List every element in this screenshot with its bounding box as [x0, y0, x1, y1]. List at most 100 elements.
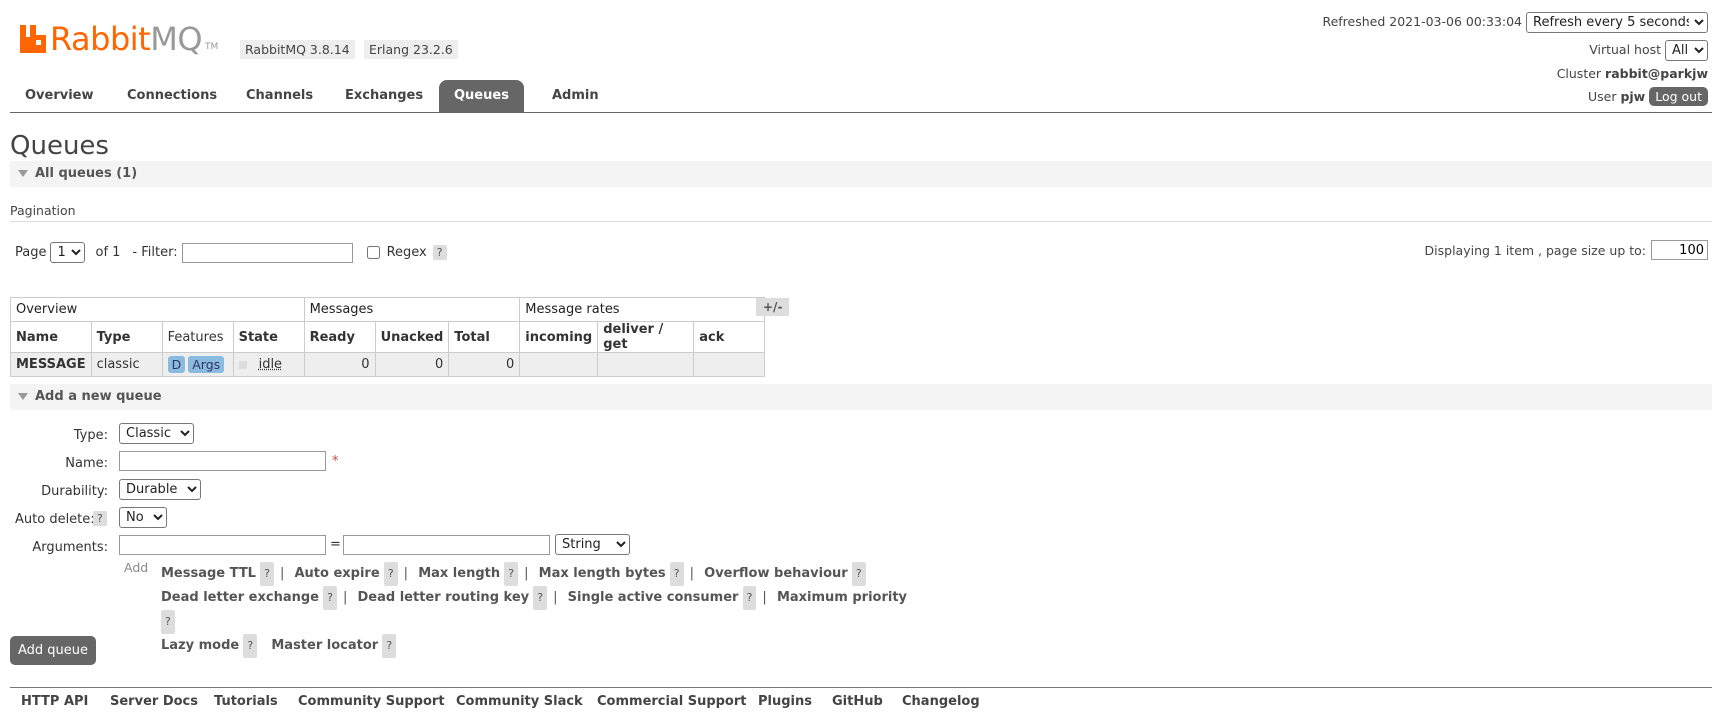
refreshed-timestamp: Refreshed 2021-03-06 00:33:04 — [1322, 14, 1523, 29]
argument-key-input[interactable] — [119, 535, 326, 555]
argument-shortcuts-row-1: Message TTL ? | Auto expire ? | Max length… — [161, 562, 911, 586]
help-icon[interactable]: ? — [851, 562, 866, 586]
collapse-triangle-icon — [18, 393, 28, 400]
auto-delete-select[interactable]: No — [119, 507, 167, 528]
feature-args-badge[interactable]: Args — [188, 356, 225, 373]
regex-checkbox[interactable] — [366, 246, 380, 259]
separator: | — [342, 590, 348, 605]
table-header-row: Name Type Features State Ready Unacked T… — [10, 321, 766, 353]
arg-dead-letter-exchange[interactable]: Dead letter exchange — [161, 590, 319, 605]
queue-name-input[interactable] — [119, 451, 326, 471]
logo-wordmark: RabbitMQ — [50, 22, 202, 56]
table-row[interactable]: MESSAGE classic D Args idle 0 0 0 — [10, 352, 766, 377]
tab-channels[interactable]: Channels — [231, 80, 328, 112]
col-type[interactable]: Type — [90, 321, 163, 353]
footer-link-tutorials[interactable]: Tutorials — [214, 694, 278, 709]
arg-maximum-priority[interactable]: Maximum priority — [777, 590, 907, 605]
add-queue-button[interactable]: Add queue — [10, 636, 97, 665]
help-icon[interactable]: ? — [323, 586, 337, 610]
col-state[interactable]: State — [232, 321, 305, 353]
group-messages: Messages — [303, 297, 521, 322]
footer-link-github[interactable]: GitHub — [832, 694, 883, 709]
col-unacked[interactable]: Unacked — [374, 321, 450, 353]
help-icon[interactable]: ? — [742, 586, 757, 610]
page-of-label: of 1 — [95, 245, 121, 260]
vhost-area: Virtual host All — [1589, 40, 1708, 61]
rabbitmq-logo-icon — [20, 25, 46, 53]
arg-single-active-consumer[interactable]: Single active consumer — [568, 590, 739, 605]
tab-connections[interactable]: Connections — [112, 80, 232, 112]
help-icon[interactable]: ? — [533, 586, 548, 610]
columns-toggle-button[interactable]: +/- — [756, 298, 790, 316]
col-name[interactable]: Name — [10, 321, 92, 353]
all-queues-label: All queues (1) — [35, 166, 138, 181]
help-icon[interactable]: ? — [669, 562, 684, 586]
help-icon[interactable]: ? — [260, 562, 274, 586]
add-queue-toggle[interactable]: Add a new queue — [10, 384, 1712, 410]
col-features: Features — [161, 321, 234, 353]
pagination-controls: Page 1 of 1 - Filter: Regex ? — [15, 242, 447, 263]
col-deliver-get[interactable]: deliver / get — [597, 321, 695, 353]
filter-input[interactable] — [181, 242, 353, 263]
durability-select[interactable]: Durable — [119, 479, 201, 500]
col-incoming[interactable]: incoming — [519, 321, 599, 353]
arg-lazy-mode[interactable]: Lazy mode — [161, 638, 239, 653]
footer-link-plugins[interactable]: Plugins — [758, 694, 812, 709]
arg-auto-expire[interactable]: Auto expire — [294, 566, 379, 581]
state-indicator-icon — [238, 360, 247, 369]
tab-queues[interactable]: Queues — [439, 80, 524, 112]
all-queues-toggle[interactable]: All queues (1) — [10, 161, 1712, 187]
tab-exchanges[interactable]: Exchanges — [330, 80, 438, 112]
main-nav: Overview Connections Channels Exchanges … — [10, 80, 1712, 113]
group-overview: Overview — [10, 297, 305, 322]
help-icon[interactable]: ? — [383, 562, 398, 586]
tab-admin[interactable]: Admin — [537, 80, 614, 112]
group-message-rates: Message rates — [519, 297, 766, 322]
arg-master-locator[interactable]: Master locator — [271, 638, 378, 653]
cluster-info: Cluster rabbit@parkjw — [1557, 66, 1708, 81]
help-icon[interactable]: ? — [161, 610, 175, 634]
refresh-interval-select[interactable]: Refresh every 5 seconds — [1526, 12, 1708, 33]
queue-type-select[interactable]: Classic — [119, 423, 194, 444]
footer-link-community-support[interactable]: Community Support — [298, 694, 445, 709]
divider — [10, 221, 1712, 222]
footer-link-changelog[interactable]: Changelog — [902, 694, 980, 709]
col-ready[interactable]: Ready — [303, 321, 376, 353]
arg-message-ttl[interactable]: Message TTL — [161, 566, 256, 581]
footer: HTTP API Server Docs Tutorials Community… — [10, 687, 1712, 724]
auto-delete-help-icon[interactable]: ? — [93, 511, 107, 526]
argument-type-select[interactable]: String — [555, 534, 630, 555]
arg-max-length[interactable]: Max length — [418, 566, 500, 581]
footer-link-community-slack[interactable]: Community Slack — [456, 694, 583, 709]
tab-overview[interactable]: Overview — [10, 80, 109, 112]
footer-link-commercial-support[interactable]: Commercial Support — [597, 694, 747, 709]
separator: | — [553, 590, 558, 605]
cluster-name: rabbit@parkjw — [1605, 66, 1708, 81]
vhost-select[interactable]: All — [1665, 40, 1708, 61]
page-select[interactable]: 1 — [50, 242, 86, 263]
regex-help-icon[interactable]: ? — [432, 245, 447, 260]
refresh-area: Refreshed 2021-03-06 00:33:04 Refresh ev… — [1322, 12, 1708, 33]
table-group-row: Overview Messages Message rates — [10, 297, 766, 322]
queue-name-link[interactable]: MESSAGE — [10, 352, 92, 377]
col-ack[interactable]: ack — [693, 321, 766, 353]
separator: | — [279, 566, 285, 581]
name-label: Name: — [65, 456, 108, 471]
arg-overflow-behaviour[interactable]: Overflow behaviour — [704, 566, 848, 581]
argument-value-input[interactable] — [343, 535, 550, 555]
help-icon[interactable]: ? — [243, 634, 258, 658]
col-total[interactable]: Total — [448, 321, 521, 353]
erlang-version-badge: Erlang 23.2.6 — [364, 40, 458, 59]
logo-mq: MQ — [150, 20, 202, 58]
arg-dead-letter-routing-key[interactable]: Dead letter routing key — [358, 590, 530, 605]
arg-max-length-bytes[interactable]: Max length bytes — [539, 566, 666, 581]
help-icon[interactable]: ? — [382, 634, 397, 658]
footer-link-http-api[interactable]: HTTP API — [21, 694, 88, 709]
argument-shortcuts-row-2: Dead letter exchange ? | Dead letter rout… — [161, 586, 911, 634]
help-icon[interactable]: ? — [504, 562, 519, 586]
queue-ack — [693, 352, 766, 377]
displaying-label: Displaying 1 item , page size up to: — [1424, 242, 1646, 258]
page-size-input[interactable] — [1651, 240, 1708, 260]
collapse-triangle-icon — [18, 170, 28, 177]
footer-link-server-docs[interactable]: Server Docs — [110, 694, 198, 709]
